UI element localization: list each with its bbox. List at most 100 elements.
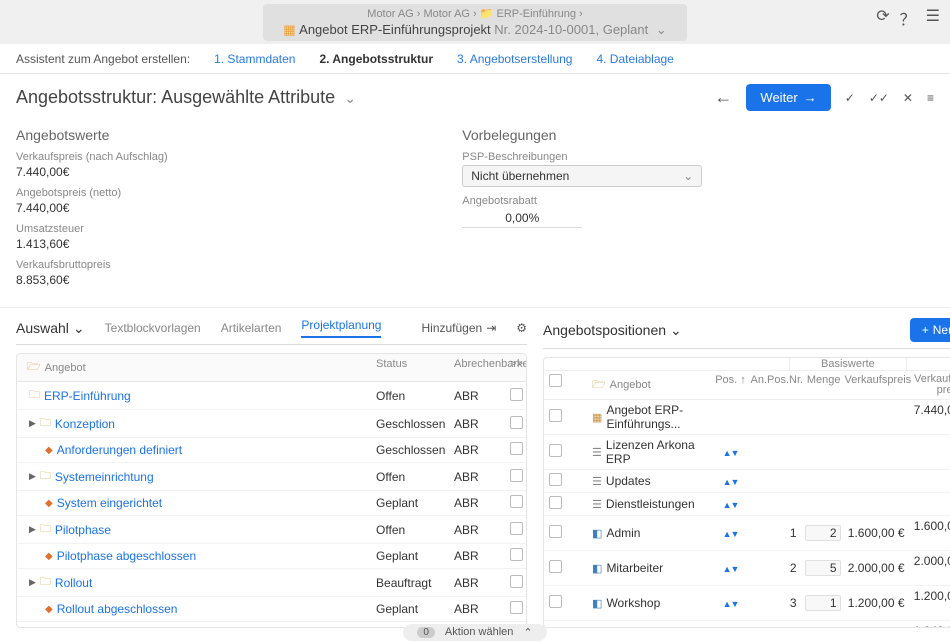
menge-input[interactable]: 5 xyxy=(805,560,841,576)
row-name[interactable]: Lizenzen Arkona ERP xyxy=(606,438,709,466)
row-name[interactable]: Angebot ERP-Einführungs... xyxy=(606,403,708,431)
row-name[interactable]: Rollout xyxy=(55,576,92,590)
move-down-icon[interactable]: ▼ xyxy=(731,500,739,510)
row-name[interactable]: Updates xyxy=(606,474,651,488)
row-checkbox[interactable] xyxy=(510,575,523,588)
move-down-icon[interactable]: ▼ xyxy=(731,448,739,458)
table-row[interactable]: ◆ Anforderungen definiertGeschlossenABR xyxy=(17,438,526,463)
row-name[interactable]: Pilotphase abgeschlossen xyxy=(57,549,196,563)
col-anpos[interactable]: An.Pos.Nr. xyxy=(749,371,799,399)
step-1[interactable]: 1. Stammdaten xyxy=(214,52,295,66)
table-row[interactable]: ▶ 🗀 SystemeinrichtungOffenABR xyxy=(17,463,526,491)
hinzufuegen-button[interactable]: Hinzufügen ⇥ xyxy=(421,321,496,335)
table-row[interactable]: ▶ 🗀 RolloutBeauftragtABR xyxy=(17,569,526,597)
table-row[interactable]: ◆ System eingerichtetGeplantABR xyxy=(17,491,526,516)
step-3[interactable]: 3. Angebotserstellung xyxy=(457,52,572,66)
move-down-icon[interactable]: ▼ xyxy=(731,599,739,609)
row-checkbox[interactable] xyxy=(510,416,523,429)
row-checkbox[interactable] xyxy=(510,601,523,614)
table-row[interactable]: ◧ Admin▲▼121.600,00 €1.600,00 €✎ xyxy=(544,516,950,551)
action-picker[interactable]: 0 Aktion wählen ⌃ xyxy=(403,624,546,641)
row-checkbox[interactable] xyxy=(510,495,523,508)
table-row[interactable]: ☰ Lizenzen Arkona ERP▲▼✎ xyxy=(544,435,950,470)
close-icon[interactable]: ✕ xyxy=(903,91,913,105)
move-down-icon[interactable]: ▼ xyxy=(731,477,739,487)
row-name[interactable]: Mitarbeiter xyxy=(606,561,663,575)
move-up-icon[interactable]: ▲ xyxy=(723,529,731,539)
row-name[interactable]: Systemeinrichtung xyxy=(55,470,154,484)
table-row[interactable]: ▶ 🗀 KonzeptionGeschlossenABR xyxy=(17,410,526,438)
col-more[interactable]: >> xyxy=(504,354,526,381)
move-up-icon[interactable]: ▲ xyxy=(723,599,731,609)
next-button[interactable]: Weiter → xyxy=(746,84,830,111)
row-checkbox[interactable] xyxy=(510,469,523,482)
move-up-icon[interactable]: ▲ xyxy=(723,564,731,574)
check-icon[interactable]: ✓ xyxy=(845,91,855,105)
table-row[interactable]: ◧ Mitarbeiter▲▼252.000,00 €2.000,00 €✎ xyxy=(544,551,950,586)
row-name[interactable]: Dienstleistungen xyxy=(606,497,695,511)
row-checkbox[interactable] xyxy=(510,388,523,401)
col-abr[interactable]: Abrechenbarkeit xyxy=(448,354,504,381)
row-name[interactable]: Konzeption xyxy=(55,417,115,431)
expand-icon[interactable]: ▶ xyxy=(29,418,36,429)
menge-input[interactable]: 1 xyxy=(805,595,841,611)
step-4[interactable]: 4. Dateiablage xyxy=(596,52,673,66)
expand-icon[interactable]: ▶ xyxy=(29,524,36,535)
menu-icon[interactable]: ☰ xyxy=(926,6,940,30)
table-row[interactable]: ▶ 🗀 PilotphaseOffenABR xyxy=(17,516,526,544)
positionen-dropdown[interactable]: Angebotspositionen ⌄ xyxy=(543,322,682,339)
row-name[interactable]: Admin xyxy=(606,526,640,540)
col-pos[interactable]: Pos. ↑ xyxy=(713,371,749,399)
row-checkbox[interactable] xyxy=(510,442,523,455)
step-2[interactable]: 2. Angebotsstruktur xyxy=(319,52,433,66)
row-checkbox[interactable] xyxy=(549,525,562,538)
tab-textblock[interactable]: Textblockvorlagen xyxy=(105,321,201,335)
psp-select[interactable]: Nicht übernehmen ⌄ xyxy=(462,165,702,187)
row-checkbox[interactable] xyxy=(549,409,562,422)
refresh-icon[interactable]: ⟳ xyxy=(876,6,889,30)
table-row[interactable]: ◆ Pilotphase abgeschlossenGeplantABR xyxy=(17,544,526,569)
move-up-icon[interactable]: ▲ xyxy=(723,500,731,510)
table-row[interactable]: ◧ Workshop▲▼311.200,00 €1.200,00 €✎ xyxy=(544,586,950,621)
breadcrumb[interactable]: Motor AG › Motor AG › 📁 ERP-Einführung ›… xyxy=(263,4,687,41)
expand-icon[interactable]: ▶ xyxy=(29,577,36,588)
table-row[interactable]: ▦ Angebot ERP-Einführungs...7.440,00 € xyxy=(544,400,950,435)
chevron-down-icon[interactable]: ⌄ xyxy=(656,22,667,37)
rabatt-input[interactable]: 0,00% xyxy=(462,209,582,228)
page-title[interactable]: Angebotsstruktur: Ausgewählte Attribute … xyxy=(16,87,714,108)
neu-button[interactable]: + Neu xyxy=(910,318,950,342)
row-name[interactable]: Workshop xyxy=(606,596,660,610)
settings-icon[interactable]: ≡ xyxy=(927,91,934,105)
back-icon[interactable]: ← xyxy=(714,87,732,108)
row-checkbox[interactable] xyxy=(510,548,523,561)
move-down-icon[interactable]: ▼ xyxy=(731,564,739,574)
col-vkp[interactable]: Verkaufs- preis xyxy=(907,371,950,399)
row-checkbox[interactable] xyxy=(549,560,562,573)
check-all-icon[interactable]: ✓✓ xyxy=(869,91,889,105)
select-all-checkbox[interactable] xyxy=(549,374,562,387)
table-row[interactable]: 🗀 ERP-EinführungOffenABR xyxy=(17,382,526,410)
row-checkbox[interactable] xyxy=(549,595,562,608)
tab-projekt[interactable]: Projektplanung xyxy=(301,318,381,338)
col-vk[interactable]: Verkaufspreis xyxy=(843,371,907,399)
expand-icon[interactable]: ▶ xyxy=(29,471,36,482)
col-status[interactable]: Status xyxy=(370,354,448,381)
col-angebot[interactable]: Angebot xyxy=(45,362,86,374)
row-name[interactable]: Anforderungen definiert xyxy=(57,443,182,457)
col-menge[interactable]: Menge xyxy=(799,371,843,399)
move-up-icon[interactable]: ▲ xyxy=(723,477,731,487)
menge-input[interactable]: 2 xyxy=(805,525,841,541)
row-name[interactable]: System eingerichtet xyxy=(57,496,162,510)
row-checkbox[interactable] xyxy=(549,473,562,486)
move-up-icon[interactable]: ▲ xyxy=(723,448,731,458)
row-name[interactable]: ERP-Einführung xyxy=(44,389,131,403)
row-checkbox[interactable] xyxy=(510,522,523,535)
row-checkbox[interactable] xyxy=(549,444,562,457)
row-name[interactable]: Rollout abgeschlossen xyxy=(57,602,178,616)
help-icon[interactable]: ？ xyxy=(900,6,916,30)
chevron-down-icon[interactable]: ⌄ xyxy=(344,90,356,106)
move-down-icon[interactable]: ▼ xyxy=(731,529,739,539)
tab-artikel[interactable]: Artikelarten xyxy=(221,321,282,335)
table-row[interactable]: ☰ Dienstleistungen▲▼✎ xyxy=(544,493,950,516)
row-checkbox[interactable] xyxy=(549,496,562,509)
